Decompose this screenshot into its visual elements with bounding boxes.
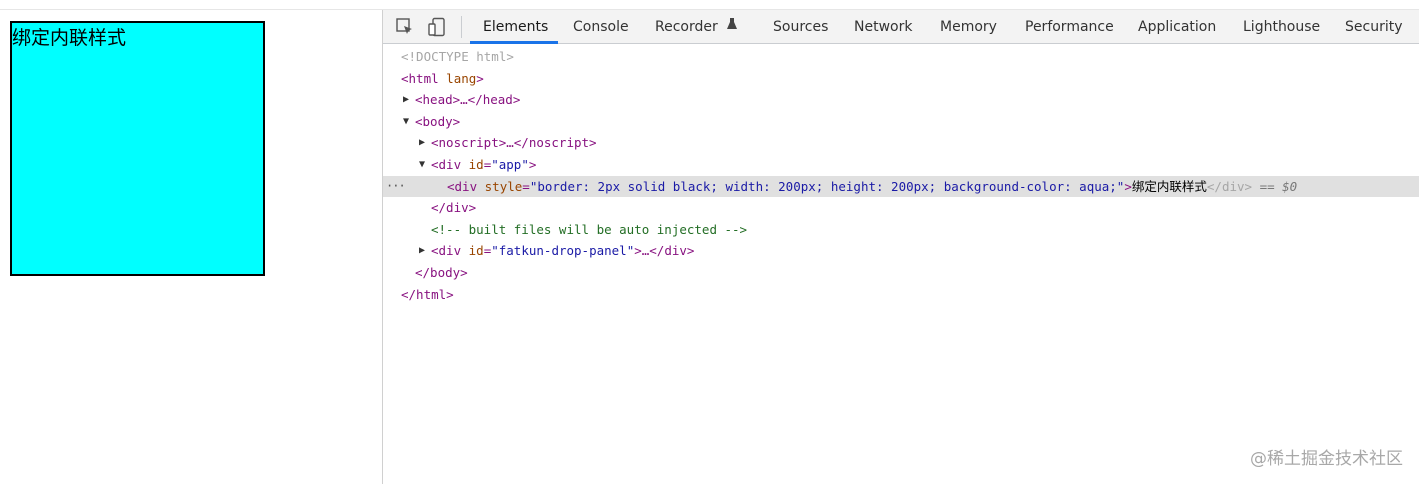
tree-line-comment[interactable]: <!-- built files will be auto injected -… <box>383 219 1419 241</box>
tree-line-div-app-close[interactable]: </div> <box>383 197 1419 219</box>
active-tab-indicator <box>470 41 558 44</box>
tab-memory[interactable]: Memory <box>940 10 997 44</box>
tree-line-head[interactable]: ▶ <head>…</head> <box>383 89 1419 111</box>
expand-triangle-icon[interactable]: ▶ <box>403 89 409 111</box>
toolbar-separator <box>461 16 462 38</box>
collapse-triangle-icon[interactable]: ▼ <box>403 111 409 133</box>
inspect-element-icon[interactable] <box>395 17 415 37</box>
expand-triangle-icon[interactable]: ▶ <box>419 240 425 262</box>
flask-icon <box>726 10 738 44</box>
inline-style-box-text: 绑定内联样式 <box>12 27 127 49</box>
tab-console[interactable]: Console <box>573 10 629 44</box>
devtools-toolbar: Elements Console Recorder Sources Networ… <box>383 10 1419 44</box>
tree-line-html[interactable]: <html lang> <box>383 68 1419 90</box>
tab-network[interactable]: Network <box>854 10 912 44</box>
tab-security[interactable]: Security <box>1345 10 1403 44</box>
tree-line-body-close[interactable]: </body> <box>383 262 1419 284</box>
tab-recorder[interactable]: Recorder <box>655 10 738 44</box>
page: 绑定内联样式 Elements Console Recorder Sources… <box>0 0 1419 484</box>
more-actions-icon[interactable]: ··· <box>386 176 406 198</box>
tab-lighthouse[interactable]: Lighthouse <box>1243 10 1320 44</box>
tree-line-body[interactable]: ▼ <body> <box>383 111 1419 133</box>
tab-sources[interactable]: Sources <box>773 10 828 44</box>
collapse-triangle-icon[interactable]: ▼ <box>419 154 425 176</box>
device-toolbar-icon[interactable] <box>427 17 447 37</box>
devtools-panel: Elements Console Recorder Sources Networ… <box>382 10 1419 484</box>
tree-line-html-close[interactable]: </html> <box>383 284 1419 306</box>
tree-line-noscript[interactable]: ▶ <noscript>…</noscript> <box>383 132 1419 154</box>
tree-line-selected-div[interactable]: ··· <div style="border: 2px solid black;… <box>383 175 1419 198</box>
watermark: @稀土掘金技术社区 <box>1250 449 1403 469</box>
tab-performance[interactable]: Performance <box>1025 10 1114 44</box>
tree-line-div-app[interactable]: ▼ <div id="app"> <box>383 154 1419 176</box>
expand-triangle-icon[interactable]: ▶ <box>419 132 425 154</box>
dom-tree: <!DOCTYPE html> <html lang> ▶ <head>…</h… <box>383 46 1419 305</box>
selected-element-marker: == $0 <box>1259 178 1298 194</box>
inline-style-box: 绑定内联样式 <box>10 21 265 276</box>
tab-elements[interactable]: Elements <box>483 10 548 44</box>
tree-line-doctype[interactable]: <!DOCTYPE html> <box>383 46 1419 68</box>
tab-application[interactable]: Application <box>1138 10 1216 44</box>
tree-line-fatkun[interactable]: ▶ <div id="fatkun-drop-panel">…</div> <box>383 240 1419 262</box>
